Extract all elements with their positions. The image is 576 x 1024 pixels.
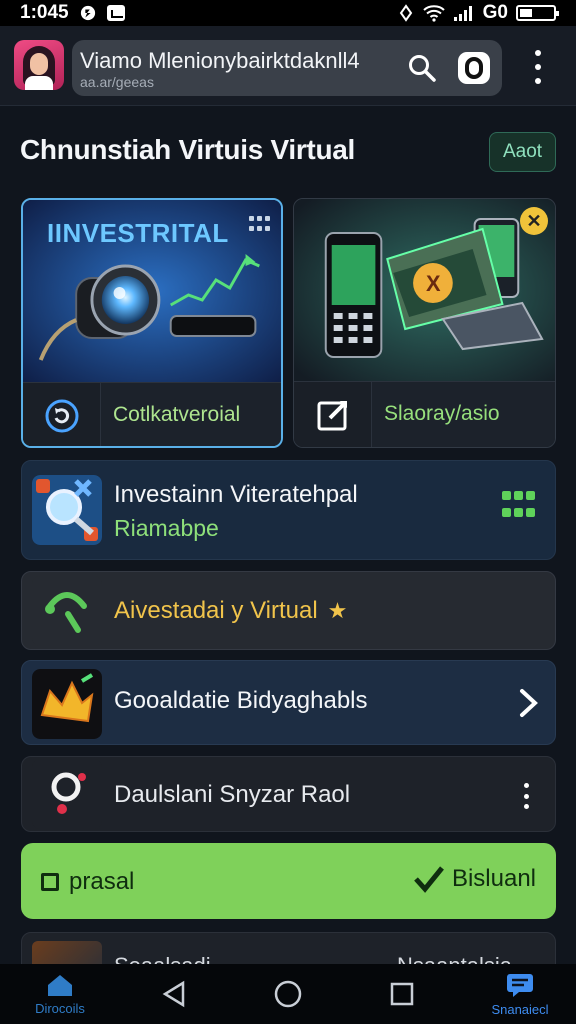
back-icon <box>162 980 185 1008</box>
avatar[interactable] <box>14 40 64 90</box>
status-time: 1:045 <box>20 2 69 23</box>
vibrate-icon <box>399 4 412 22</box>
search-bar[interactable]: Viamo Mlenionybairktdaknll4 aa.ar/geeas <box>72 40 502 96</box>
list-item[interactable]: Investainn Viteratehpal Riamabpe <box>21 460 556 560</box>
message-icon <box>106 5 125 21</box>
refresh-circle-icon <box>45 399 78 433</box>
list-item-subtitle: Riamabpe <box>114 515 219 541</box>
list-item[interactable]: Daulslani Snyzar Raol <box>21 756 556 832</box>
signal-icon <box>453 6 472 21</box>
star-icon: ★ <box>327 598 348 623</box>
circle-home-icon <box>274 980 302 1008</box>
app-subtitle: aa.ar/geeas <box>80 74 154 90</box>
chat-icon <box>507 973 533 997</box>
o-button-icon[interactable] <box>456 50 492 86</box>
grid-icon[interactable] <box>502 491 536 521</box>
devices-illustration: X <box>294 199 555 381</box>
pin-icon <box>32 759 102 829</box>
list-item-title-text: Aivestadai y Virtual <box>114 597 318 624</box>
feature-card-devices[interactable]: X ✕ Slaoray/asio <box>293 198 556 448</box>
checkbox-icon <box>41 873 59 891</box>
edit-icon <box>317 401 347 431</box>
more-icon[interactable] <box>528 50 548 84</box>
button-left: prasal <box>41 868 134 896</box>
app-title: Viamo Mlenionybairktdaknll4 <box>80 48 360 73</box>
nav-home-circle[interactable] <box>268 964 308 1024</box>
card-label: Cotlkatveroial <box>113 403 241 426</box>
nav-home[interactable]: Dirocoils <box>22 964 98 1024</box>
card-label: Slaoray/asio <box>384 402 500 425</box>
section-action-button[interactable]: Aaot <box>489 132 556 172</box>
magnifier-collage-icon <box>32 475 102 545</box>
card-footer: Slaoray/asio <box>294 381 555 447</box>
home-icon <box>48 974 72 996</box>
list-item-title: Investainn Viteratehpal <box>114 481 358 508</box>
card-banner-title: IINVESTRITAL <box>47 218 229 248</box>
grid-dots-icon[interactable] <box>249 216 271 232</box>
list-item[interactable]: Gooaldatie Bidyaghabls <box>21 660 556 745</box>
list-item[interactable]: Aivestadai y Virtual ★ <box>21 571 556 650</box>
bottom-navigation: Dirocoils Snanaiecl <box>0 964 576 1024</box>
close-icon[interactable]: ✕ <box>520 207 548 235</box>
button-right-label: Bisluanl <box>451 865 536 892</box>
more-icon[interactable] <box>522 783 530 809</box>
check-icon <box>414 866 444 893</box>
status-bar: 1:045 G0 <box>0 0 576 26</box>
primary-action-button[interactable]: prasal Bisluanl <box>21 843 556 919</box>
button-right: Bisluanl <box>414 865 536 893</box>
svg-text:X: X <box>426 271 441 296</box>
battery-icon <box>516 5 559 21</box>
wifi-icon <box>422 5 445 22</box>
section-title: Chnunstiah Virtuis Virtual <box>20 134 355 165</box>
nav-home-label: Dirocoils <box>35 1000 85 1016</box>
card-footer: Cotlkatveroial <box>23 382 281 446</box>
feature-card-investrital[interactable]: IINVESTRITAL Cotlkatveroial <box>21 198 283 448</box>
status-text: G0 <box>482 2 508 23</box>
chevron-right-icon[interactable] <box>518 687 540 719</box>
notification-icon <box>80 5 95 21</box>
search-icon[interactable] <box>408 54 436 82</box>
crown-icon <box>32 669 102 739</box>
top-app-bar: Viamo Mlenionybairktdaknll4 aa.ar/geeas <box>0 26 576 106</box>
list-item-title: Gooaldatie Bidyaghabls <box>114 687 368 714</box>
card-icon-box <box>23 383 101 446</box>
list-item-title: Daulslani Snyzar Raol <box>114 781 351 808</box>
list-item-title: Aivestadai y Virtual ★ <box>114 597 347 625</box>
nav-chat-label: Snanaiecl <box>491 1001 549 1017</box>
nav-back[interactable] <box>154 964 194 1024</box>
support-icon <box>32 576 102 646</box>
nav-recents[interactable] <box>382 964 422 1024</box>
button-left-label: prasal <box>69 868 135 895</box>
square-recents-icon <box>390 982 414 1006</box>
nav-chat[interactable]: Snanaiecl <box>478 964 562 1024</box>
card-icon-box <box>294 382 372 447</box>
